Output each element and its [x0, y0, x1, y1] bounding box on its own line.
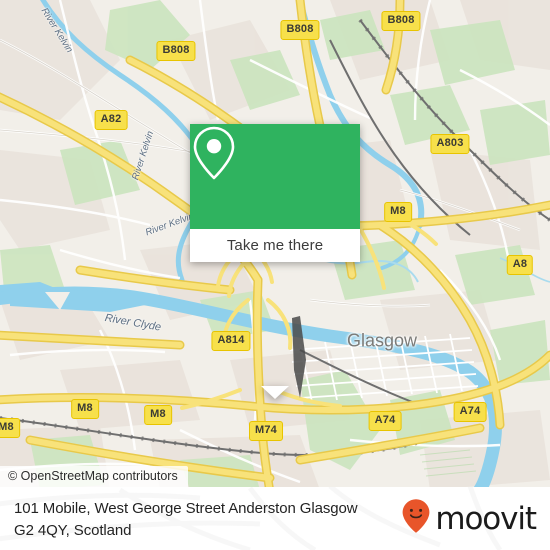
take-me-there-label: Take me there [226, 237, 324, 254]
address-line-2: G2 4QY, Scotland [14, 521, 132, 539]
road-shield: M8 [71, 399, 99, 419]
road-shield: A8 [506, 255, 534, 275]
road-shield: B808 [381, 11, 421, 31]
road-shield: A814 [211, 331, 251, 351]
footer-bar: 101 Mobile, West George Street Anderston… [0, 487, 550, 550]
road-shield: M8 [0, 418, 20, 438]
map-canvas[interactable]: River Kelvin River Kelvin River Kelvin R… [0, 0, 550, 490]
road-shield: A74 [453, 402, 487, 422]
osm-attribution[interactable]: © OpenStreetMap contributors [0, 466, 188, 487]
road-shield: B808 [280, 20, 320, 40]
address-block: 101 Mobile, West George Street Anderston… [14, 496, 401, 541]
road-shield: A82 [94, 110, 128, 130]
popup-action-bar[interactable]: Take me there [190, 229, 360, 262]
road-shield: M74 [249, 421, 283, 441]
road-shield: M8 [384, 202, 412, 222]
road-shield: A74 [368, 411, 402, 431]
road-shield: A803 [430, 134, 470, 154]
moovit-pin-icon [401, 498, 431, 539]
place-label-glasgow: Glasgow [346, 330, 418, 351]
map-screenshot: River Kelvin River Kelvin River Kelvin R… [0, 0, 550, 550]
road-shield: M8 [144, 405, 172, 425]
address-line-1: 101 Mobile, West George Street Anderston… [14, 500, 358, 518]
moovit-logo[interactable]: moovit [401, 498, 542, 539]
moovit-wordmark: moovit [435, 501, 537, 537]
road-shield: B808 [156, 41, 196, 61]
location-popup-card[interactable]: Take me there [190, 124, 360, 399]
popup-header [190, 124, 360, 229]
popup-tail [261, 386, 289, 399]
